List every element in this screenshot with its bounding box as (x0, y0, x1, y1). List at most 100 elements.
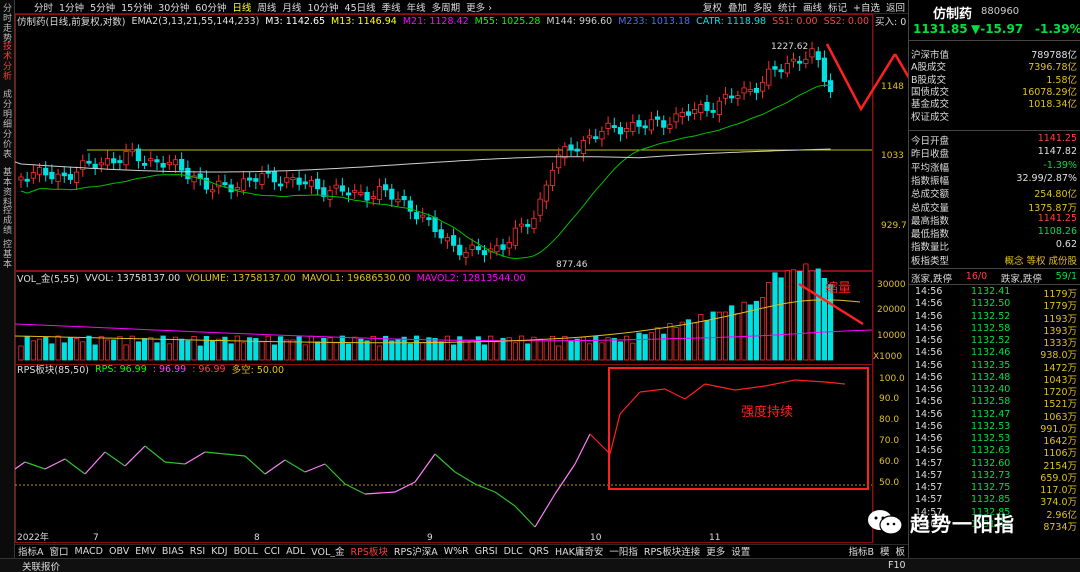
indicator-tab[interactable]: GRSI (472, 546, 501, 557)
candle-body (537, 198, 543, 216)
left-tab[interactable]: 分时走势 (1, 4, 14, 44)
stat-value: 1018.34亿 (1028, 99, 1077, 111)
candle-body (234, 187, 240, 190)
indicator-tab[interactable]: VOL_金 (308, 545, 347, 557)
period-tab[interactable]: 60分钟 (192, 0, 229, 14)
chart-name: 仿制药(日线,前复权,对数) (17, 17, 126, 28)
stat-key: 最低指数 (911, 229, 950, 241)
indicator-tab[interactable]: 一阳指 (606, 545, 641, 557)
status-left[interactable]: 关联报价 (0, 559, 60, 572)
indicator-tab[interactable]: RSI (187, 546, 208, 557)
period-tab[interactable]: 30分钟 (155, 0, 192, 14)
quote-panel: 仿制药 880960 1131.85 ▼-15.97 -1.39% 沪深市值 78… (908, 0, 1080, 558)
indicator-tab[interactable]: W%R (441, 546, 472, 557)
indicator-tab[interactable]: 更多 (703, 545, 728, 557)
toolbar-button[interactable]: 返回 (883, 0, 908, 14)
indicator-tab[interactable]: EMV (132, 546, 159, 557)
tick-row: 14:56 1132.58 1393万 (911, 323, 1077, 337)
x-axis-label: 8 (254, 533, 260, 543)
rps-segment (44, 458, 66, 470)
rps-value-2: : 96.99 (152, 363, 187, 375)
indicator-tab[interactable]: MACD (72, 546, 106, 557)
rps-segment (454, 471, 476, 485)
candle-body (296, 177, 302, 185)
candle-body (580, 140, 586, 154)
period-tab[interactable]: 日线 (229, 0, 254, 14)
volume-bar (611, 337, 617, 361)
indicator-tab[interactable]: RPS沪深A (391, 545, 441, 557)
candle-body (444, 237, 451, 242)
volume-bar (803, 263, 809, 361)
indicator-tab[interactable]: ADL (283, 546, 308, 557)
tick-time: 14:57 (915, 482, 943, 493)
catr-value: CATR: 1118.98 (696, 15, 767, 27)
indicator-tab[interactable]: 指标A (15, 545, 47, 557)
stat-value: 概念 等权 成份股 (1004, 255, 1077, 267)
period-tab[interactable]: 周线 (254, 0, 279, 14)
period-tab[interactable]: 15分钟 (118, 0, 155, 14)
candle-body (55, 173, 61, 183)
indicator-tab[interactable]: HAK庸奇安 (552, 545, 606, 557)
vol-indicator-header: VOL_金(5,55) VVOL: 13758137.00 VOLUME: 13… (17, 272, 526, 286)
candle-body (463, 251, 469, 258)
period-tab[interactable]: 10分钟 (304, 0, 341, 14)
tick-time: 14:56 (915, 433, 943, 444)
volume-bar (790, 269, 797, 361)
toolbar-button[interactable]: 统计 (775, 0, 800, 14)
period-tab[interactable]: 更多 › (463, 0, 495, 14)
indicator-tab[interactable]: BIAS (159, 546, 187, 557)
indicator-tab[interactable]: QRS (526, 546, 552, 557)
indicator-tab[interactable]: DLC (501, 546, 526, 557)
stat-key: 国债成交 (911, 86, 950, 98)
tick-price: 1132.63 (971, 445, 1011, 457)
indicator-tab[interactable]: KDJ (208, 546, 230, 557)
indicator-tab[interactable]: 设置 (728, 545, 753, 557)
toolbar-button[interactable]: 叠加 (725, 0, 750, 14)
left-tab[interactable]: 控成绩 (1, 206, 14, 236)
rps-segment (264, 459, 286, 475)
left-tab[interactable]: 控基本 (1, 240, 14, 270)
period-tab[interactable]: 5分钟 (87, 0, 118, 14)
period-tab[interactable]: 45日线 (342, 0, 379, 14)
toolbar-button[interactable]: 画线 (800, 0, 825, 14)
volume-bar (345, 343, 352, 361)
period-tab[interactable]: 多周期 (429, 0, 464, 14)
left-tab[interactable]: 成分明细 (1, 90, 14, 130)
candle-body (809, 48, 815, 58)
indicator-tab[interactable]: RPS板块 (348, 545, 391, 557)
indicator-tab-right[interactable]: 指标B (845, 545, 877, 557)
left-vertical-tabs: 分时走势 技术分析成分明细 分价表基本资料 控成绩控基本 (0, 0, 15, 560)
status-right[interactable]: F10 (888, 560, 906, 571)
up-count: 16/0 (965, 271, 988, 282)
candle-body (654, 116, 661, 120)
suoliang-annotation: 缩量 (825, 280, 851, 296)
candle-body (630, 121, 636, 132)
left-tab[interactable]: 基本资料 (1, 168, 14, 208)
period-tab[interactable]: 年线 (404, 0, 429, 14)
rps-segment (764, 379, 796, 387)
indicator-tab[interactable]: OBV (106, 546, 132, 557)
period-tab[interactable]: 月线 (279, 0, 304, 14)
period-tab[interactable]: 季线 (379, 0, 404, 14)
toolbar-button[interactable]: 复权 (700, 0, 725, 14)
stat-row: 指数量比 0.62 (911, 239, 1077, 253)
indicator-tab[interactable]: BOLL (231, 546, 261, 557)
toolbar-button[interactable]: +自选 (850, 0, 883, 14)
volume-bar (352, 336, 358, 361)
stat-key: B股成交 (911, 74, 947, 86)
left-tab[interactable]: 分价表 (1, 130, 14, 160)
indicator-tab[interactable]: RPS板块连接 (641, 545, 703, 557)
indicator-tab[interactable]: 窗口 (47, 545, 72, 557)
volume-bar (259, 341, 265, 361)
candle-body (518, 223, 525, 227)
candle-body (593, 136, 599, 140)
indicator-tab[interactable]: CCI (261, 546, 283, 557)
toolbar-button[interactable]: 标记 (825, 0, 850, 14)
toolbar-button[interactable]: 多股 (750, 0, 775, 14)
indicator-tab-right[interactable]: 模 (877, 545, 893, 557)
price-tick: 929.7 (881, 221, 907, 231)
indicator-tab-right[interactable]: 板 (892, 545, 908, 557)
left-tab[interactable]: 技术分析 (1, 42, 14, 82)
period-tab[interactable]: 分时 (31, 0, 56, 14)
period-tab[interactable]: 1分钟 (56, 0, 87, 14)
